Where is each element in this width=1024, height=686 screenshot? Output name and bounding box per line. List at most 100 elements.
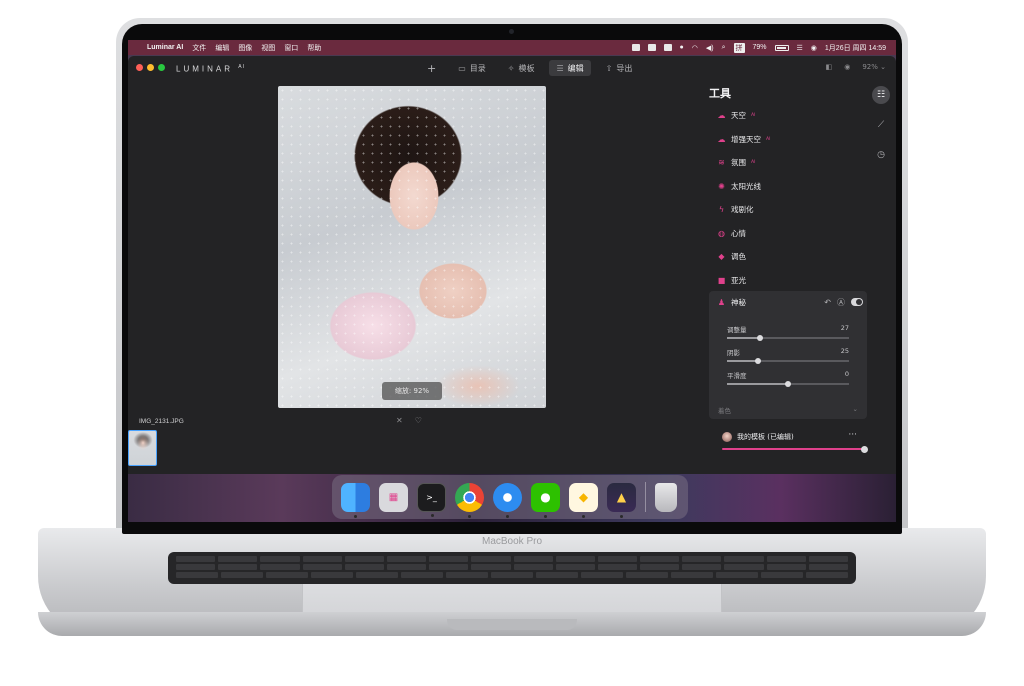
dock: ▦ >_ ● ◆ ▲ <box>332 475 688 519</box>
tool-toning[interactable]: ◆ 调色 <box>717 247 746 265</box>
tool-dramatic[interactable]: ϟ 戏剧化 <box>717 200 754 218</box>
view-controls: ◧ ◉ 92% ⌄ <box>826 63 886 71</box>
compare-icon[interactable]: ◧ <box>826 63 833 71</box>
tab-export[interactable]: ⇧ 导出 <box>599 60 640 76</box>
adjustments-icon[interactable]: ☷ <box>872 86 890 104</box>
menu-app-name[interactable]: Luminar AI <box>147 44 183 51</box>
tool-mystical-header[interactable]: ♟ 神秘 ↶ Ⓐ <box>717 291 863 313</box>
tool-sky[interactable]: ☁ 天空 AI <box>717 106 756 124</box>
favorite-icon[interactable]: ♡ <box>415 416 422 425</box>
slider-knob[interactable] <box>754 357 761 364</box>
panel-title: 工具 <box>709 87 731 100</box>
sliders-icon: ☰ <box>556 63 564 73</box>
brush-icon[interactable]: ⟋ <box>872 116 890 134</box>
menu-help[interactable]: 帮助 <box>307 43 321 53</box>
zoom-window-button[interactable] <box>158 64 165 71</box>
avatar <box>722 432 732 442</box>
more-icon[interactable]: ··· <box>848 430 857 440</box>
slider-knob[interactable] <box>785 380 791 387</box>
photo-canvas[interactable]: 缩放: 92% <box>278 86 546 408</box>
dock-luminar-icon[interactable]: ▲ <box>607 482 636 518</box>
zoom-indicator: 缩放: 92% <box>382 382 442 400</box>
input-method-icon[interactable]: 拼 <box>733 42 745 53</box>
section-colorize[interactable]: 着色 ⌄ <box>709 405 867 419</box>
dock-terminal-icon[interactable]: >_ <box>417 482 446 517</box>
filmstrip-thumbnail[interactable] <box>128 430 157 466</box>
undo-icon[interactable]: ↶ <box>824 298 831 307</box>
reject-icon[interactable]: ✕ <box>396 416 403 425</box>
photo-texture <box>278 86 546 408</box>
dock-wechat-icon[interactable]: ● <box>531 482 560 518</box>
bolt-icon: ϟ <box>718 204 725 214</box>
chevron-down-icon: ⌄ <box>852 405 858 413</box>
sparkle-icon: ✧ <box>507 63 515 73</box>
tool-toggle[interactable] <box>851 298 863 306</box>
battery-icon[interactable] <box>774 44 789 51</box>
luminar-window: LUMINAR AI + ▭ 目录 ✧ 模板 ☰ 编辑 ⇧ 导出 ◧ ◉ 92% ⌄ 缩… <box>128 56 896 474</box>
history-icon[interactable]: ◷ <box>872 146 890 164</box>
minimize-window-button[interactable] <box>147 64 154 71</box>
key-row <box>176 564 848 570</box>
menu-file[interactable]: 文件 <box>192 43 206 53</box>
dock-trash-icon[interactable] <box>655 482 677 512</box>
sun-icon: ✺ <box>718 181 725 191</box>
tool-mood[interactable]: ◍ 心情 <box>717 224 746 242</box>
tab-catalog[interactable]: ▭ 目录 <box>451 60 493 76</box>
add-photos-button[interactable]: + <box>420 60 443 76</box>
camera-icon <box>509 29 514 34</box>
dock-launchpad-icon[interactable]: ▦ <box>379 482 408 512</box>
bookmark-icon[interactable] <box>647 44 656 51</box>
template-label: 我的模板 (已编辑) <box>737 433 794 441</box>
tool-mystical-expanded: ♟ 神秘 ↶ Ⓐ 调整量 27 阴影 25 平滑度 0 着色 ⌄ <box>709 291 867 419</box>
wifi-icon[interactable]: ◠ <box>692 44 698 52</box>
key-row <box>176 556 848 562</box>
eye-icon[interactable]: ◉ <box>844 63 850 71</box>
tools-panel: 工具 ☁ 天空 AI ☁ 增强天空 AI ≋ 氛围 AI ✺ 太阳光线 ϟ 戏剧化 ◍ 心情 ◆ 调… <box>709 84 868 472</box>
ai-icon[interactable]: Ⓐ <box>837 297 845 308</box>
dock-safari-icon[interactable] <box>493 482 522 518</box>
zoom-dropdown[interactable]: 92% ⌄ <box>862 63 886 71</box>
tab-templates[interactable]: ✧ 模板 <box>501 60 542 76</box>
main-tabs: + ▭ 目录 ✧ 模板 ☰ 编辑 ⇧ 导出 <box>420 60 639 76</box>
app-logo: LUMINAR AI <box>176 64 245 74</box>
battery-percent: 79% <box>752 44 767 51</box>
siri-icon[interactable]: ◉ <box>811 44 817 52</box>
volume-icon[interactable]: ◀) <box>706 44 714 52</box>
menu-window[interactable]: 窗口 <box>284 43 298 53</box>
menu-view[interactable]: 视图 <box>261 43 275 53</box>
dock-chrome-icon[interactable] <box>455 482 484 518</box>
cloud-plus-icon: ☁ <box>717 134 726 144</box>
cast-icon[interactable] <box>663 44 672 51</box>
slider-knob[interactable] <box>861 445 868 453</box>
tab-edit[interactable]: ☰ 编辑 <box>549 60 591 76</box>
dock-sketch-icon[interactable]: ◆ <box>569 482 598 518</box>
status-app-icon[interactable] <box>631 44 640 51</box>
menu-edit[interactable]: 编辑 <box>215 43 229 53</box>
cloud-icon: ☁ <box>717 110 726 120</box>
tool-atmosphere[interactable]: ≋ 氛围 AI <box>717 153 755 171</box>
mystical-icon: ♟ <box>717 297 726 307</box>
square-icon: ■ <box>717 275 726 285</box>
template-row[interactable]: 我的模板 (已编辑) <box>722 432 794 442</box>
photo-actions: ✕ ♡ <box>396 416 422 425</box>
title-bar: LUMINAR AI + ▭ 目录 ✧ 模板 ☰ 编辑 ⇧ 导出 ◧ ◉ 92% ⌄ <box>128 56 896 80</box>
key-row <box>176 572 848 578</box>
slider-knob[interactable] <box>756 334 763 341</box>
filename-label: IMG_2131.JPG <box>139 418 184 425</box>
menu-clock[interactable]: 1月26日 周四 14:59 <box>825 43 886 53</box>
tool-augmented-sky[interactable]: ☁ 增强天空 AI <box>717 130 771 148</box>
template-bar: 我的模板 (已编辑) ··· <box>709 430 868 462</box>
control-center-icon[interactable]: ☰ <box>797 44 803 52</box>
search-icon[interactable]: ⌕ <box>722 44 726 52</box>
wechat-status-icon[interactable]: ● <box>680 44 684 51</box>
brand-label: MacBook Pro <box>481 536 543 547</box>
tool-matte[interactable]: ■ 亚光 <box>717 271 746 289</box>
menu-extras: ● ◠ ◀) ⌕ 拼 79% ☰ ◉ 1月26日 周四 14:59 <box>631 42 886 53</box>
tool-mystical-label: 神秘 <box>731 297 746 307</box>
menu-image[interactable]: 图像 <box>238 43 252 53</box>
dock-finder-icon[interactable] <box>341 482 370 518</box>
tool-sunrays[interactable]: ✺ 太阳光线 <box>717 177 761 195</box>
tool-actions: ↶ Ⓐ <box>824 297 863 308</box>
close-window-button[interactable] <box>136 64 143 71</box>
template-amount-slider[interactable] <box>722 445 868 453</box>
